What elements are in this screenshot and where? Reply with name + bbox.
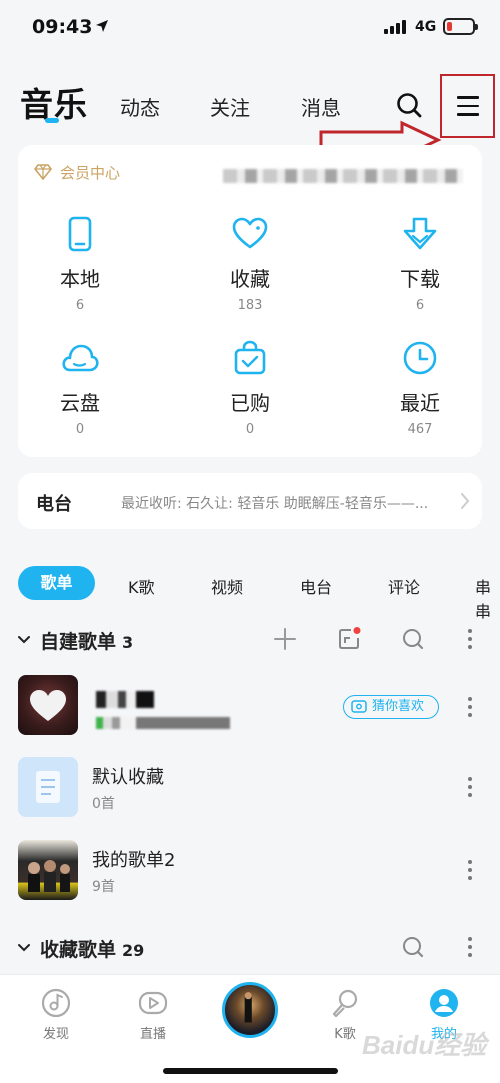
tab-radio[interactable]: 电台 <box>300 574 332 598</box>
live-icon <box>138 991 168 1015</box>
search-playlist-icon[interactable] <box>401 627 425 651</box>
album-art-image <box>28 860 70 892</box>
radio-play-icon <box>351 700 367 713</box>
more-icon[interactable] <box>467 697 473 719</box>
nav-label: 发现 <box>42 1027 69 1042</box>
purchased-label: 已购 <box>230 391 270 415</box>
blurred-playlist-title <box>96 691 154 708</box>
playlist-row-default[interactable]: 默认收藏 0首 <box>18 757 488 821</box>
tab-chuanchuan[interactable]: 串串 <box>475 574 500 622</box>
tab-playlists[interactable]: 歌单 <box>18 566 95 600</box>
playlist-song-count: 9首 <box>92 879 115 895</box>
baidu-watermark: Baidu经验 <box>362 1030 490 1060</box>
network-type: 4G <box>415 19 437 35</box>
tab-messages[interactable]: 消息 <box>301 92 341 121</box>
cloud-count: 0 <box>75 422 85 437</box>
local-label: 本地 <box>60 267 100 291</box>
add-playlist-icon[interactable] <box>273 627 297 651</box>
blurred-username <box>223 169 463 183</box>
search-playlist-icon[interactable] <box>401 935 425 959</box>
chevron-down-icon <box>18 636 30 644</box>
heart-icon <box>232 217 268 249</box>
local-count: 6 <box>75 298 85 313</box>
playlist-row-mine[interactable]: 我的歌单2 9首 <box>18 840 488 904</box>
battery-level <box>447 22 452 31</box>
section-title: 收藏歌单 29 <box>40 939 145 961</box>
purchased-item[interactable]: 已购 0 <box>190 339 310 437</box>
playlist-title: 默认收藏 <box>92 767 164 788</box>
more-icon[interactable] <box>467 777 473 799</box>
playlist-cover <box>18 840 78 900</box>
active-tab-indicator <box>45 118 59 123</box>
guess-label: 猜你喜欢 <box>372 699 425 714</box>
tab-feed[interactable]: 动态 <box>120 92 160 121</box>
tab-comments[interactable]: 评论 <box>388 574 420 598</box>
cloud-icon <box>62 344 99 372</box>
clock-icon <box>403 341 437 375</box>
recent-item[interactable]: 最近 467 <box>360 339 480 437</box>
chevron-down-icon <box>18 944 30 952</box>
section-title: 自建歌单 3 <box>40 631 134 653</box>
import-playlist-icon[interactable] <box>337 627 361 651</box>
tab-follow[interactable]: 关注 <box>210 92 250 121</box>
home-indicator <box>163 1068 338 1074</box>
local-music-item[interactable]: 本地 6 <box>20 215 140 313</box>
app-screen: 09:43 4G 音乐 动态 关注 消息 会员中心 本地 6 收藏 183 下载… <box>0 0 500 1083</box>
section-count: 29 <box>122 941 145 960</box>
guess-you-like-button[interactable]: 猜你喜欢 <box>343 695 439 719</box>
cloud-drive-item[interactable]: 云盘 0 <box>20 339 140 437</box>
location-arrow-icon <box>96 20 108 32</box>
radio-card[interactable]: 电台 最近收听: 石久让: 轻音乐 助眠解压-轻音乐——... <box>18 473 482 529</box>
svg-text:Baidu经验: Baidu经验 <box>362 1030 490 1060</box>
radio-title: 电台 <box>36 494 72 515</box>
purchased-count: 0 <box>245 422 255 437</box>
cloud-label: 云盘 <box>60 391 100 415</box>
phone-icon <box>68 216 92 252</box>
now-playing-button[interactable] <box>222 982 278 1038</box>
signal-icon <box>384 20 406 34</box>
download-icon <box>403 217 437 250</box>
nav-live[interactable]: 直播 <box>118 987 188 1042</box>
recent-label: 最近 <box>400 391 440 415</box>
section-count: 3 <box>122 633 134 652</box>
chevron-right-icon <box>461 493 470 509</box>
downloads-item[interactable]: 下载 6 <box>360 215 480 313</box>
document-icon <box>36 771 60 803</box>
downloads-label: 下载 <box>400 267 440 291</box>
favorites-label: 收藏 <box>230 267 270 291</box>
status-time: 09:43 <box>32 16 93 38</box>
more-icon[interactable] <box>467 860 473 882</box>
collected-playlists-header[interactable]: 收藏歌单 29 <box>18 935 318 965</box>
favorites-count: 183 <box>237 298 263 313</box>
disc-icon <box>41 988 71 1018</box>
member-card: 会员中心 本地 6 收藏 183 下载 6 云盘 0 已购 0 最近 467 <box>18 145 482 457</box>
menu-button[interactable] <box>440 74 495 138</box>
vip-center-link[interactable]: 会员中心 <box>60 162 120 183</box>
more-icon[interactable] <box>467 937 473 959</box>
nav-label: 直播 <box>139 1027 166 1042</box>
favorites-item[interactable]: 收藏 183 <box>190 215 310 313</box>
playlist-cover <box>18 757 78 817</box>
tab-karaoke[interactable]: K歌 <box>128 574 155 598</box>
bag-icon <box>234 340 266 375</box>
playlist-song-count: 0首 <box>92 796 115 812</box>
heart-cover-icon <box>30 690 66 721</box>
recent-count: 467 <box>407 422 433 437</box>
tab-videos[interactable]: 视频 <box>211 574 243 598</box>
playlist-row-liked[interactable]: 猜你喜欢 <box>18 675 488 739</box>
more-icon[interactable] <box>467 629 473 651</box>
menu-icon <box>457 96 479 116</box>
status-bar: 09:43 4G <box>0 0 500 52</box>
nav-discover[interactable]: 发现 <box>21 987 91 1042</box>
radio-recent-text: 最近收听: 石久让: 轻音乐 助眠解压-轻音乐——... <box>121 496 429 512</box>
battery-icon <box>443 18 478 35</box>
downloads-count: 6 <box>415 298 425 313</box>
playlist-title: 我的歌单2 <box>92 850 176 871</box>
blurred-playlist-subtitle <box>96 717 230 729</box>
search-icon[interactable] <box>395 91 423 119</box>
playlist-cover <box>18 675 78 735</box>
diamond-icon <box>34 164 52 180</box>
album-cover-image <box>244 992 252 1023</box>
